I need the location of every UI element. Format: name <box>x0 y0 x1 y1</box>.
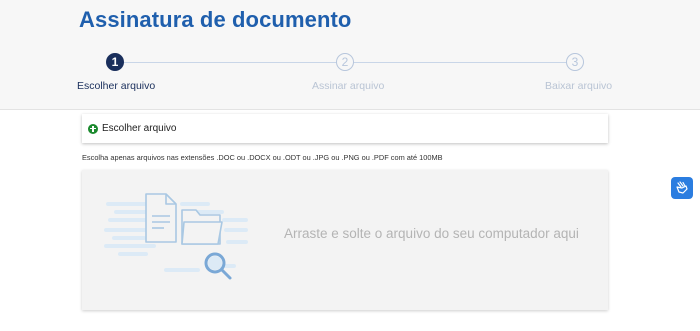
file-dropzone[interactable]: Arraste e solte o arquivo do seu computa… <box>82 170 608 310</box>
sign-language-icon <box>676 181 688 194</box>
step-3-circle: 3 <box>566 53 584 71</box>
choose-file-label: Escolher arquivo <box>102 123 177 134</box>
step-1-circle: 1 <box>106 53 124 71</box>
file-extension-hint: Escolha apenas arquivos nas extensões .D… <box>82 153 443 162</box>
plus-circle-icon <box>88 123 98 134</box>
step-2-circle: 2 <box>336 53 354 71</box>
documents-search-illustration <box>104 193 248 280</box>
page-header: Assinatura de documento 1 2 3 Escolher a… <box>0 0 700 110</box>
step-2-label: Assinar arquivo <box>312 80 385 92</box>
page-title: Assinatura de documento <box>79 7 352 32</box>
step-3-label: Baixar arquivo <box>545 80 613 92</box>
dropzone-text: Arraste e solte o arquivo do seu computa… <box>284 226 579 241</box>
step-1-label: Escolher arquivo <box>77 80 156 92</box>
accessibility-widget-button[interactable] <box>671 177 693 199</box>
choose-file-button[interactable]: Escolher arquivo <box>82 114 608 143</box>
